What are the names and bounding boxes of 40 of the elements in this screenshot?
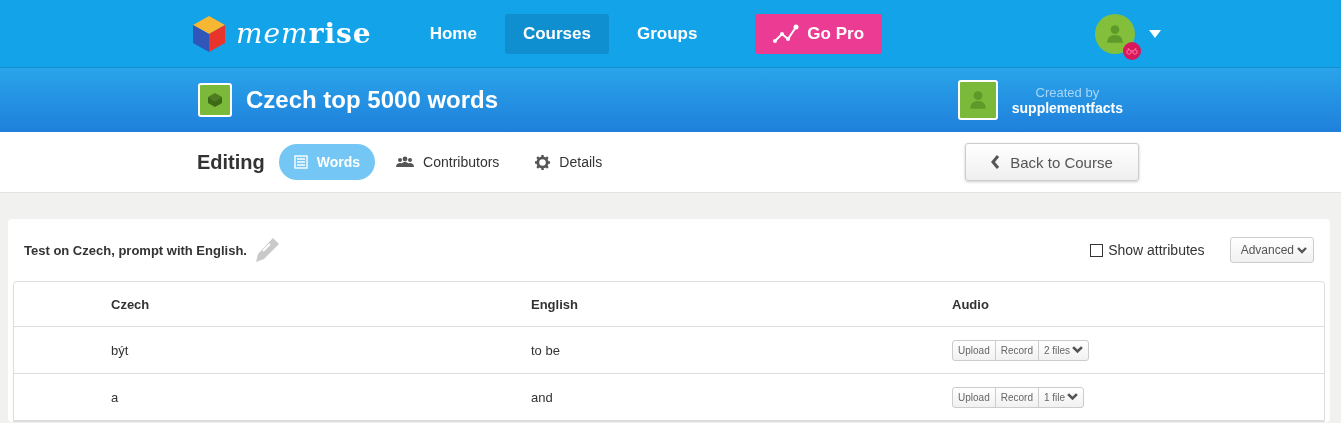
back-to-course-button[interactable]: Back to Course: [965, 143, 1139, 181]
cube-logo-icon: [192, 14, 226, 53]
logo-text: memrise: [236, 17, 372, 50]
nav-link[interactable]: Courses: [504, 13, 609, 54]
advanced-dropdown[interactable]: Advanced: [1229, 237, 1314, 263]
chevron-down-icon: [1067, 393, 1079, 401]
creator-name[interactable]: supplementfacts: [1011, 99, 1123, 116]
column-header: Czech: [111, 296, 151, 312]
line-chart-icon: [773, 23, 800, 44]
column-header: Audio: [952, 296, 990, 312]
glasses-badge-icon: [1123, 41, 1141, 60]
editing-heading: Editing: [197, 150, 265, 174]
course-title: Czech top 5000 words: [246, 86, 500, 114]
record-button[interactable]: Record: [994, 386, 1039, 408]
course-icon: [198, 83, 232, 117]
show-attributes-checkbox[interactable]: Show attributes: [1090, 242, 1205, 258]
user-avatar[interactable]: [1095, 13, 1135, 54]
chevron-down-icon: [1297, 246, 1307, 254]
upload-button[interactable]: Upload: [952, 339, 996, 361]
created-by-label: Created by: [1035, 84, 1100, 100]
caret-icon[interactable]: [1149, 29, 1161, 38]
chevron-left-icon: [991, 155, 1001, 169]
files-dropdown[interactable]: 2 files: [1037, 339, 1090, 361]
table-cell-text: and: [531, 389, 554, 405]
upload-button[interactable]: Upload: [952, 386, 996, 408]
files-dropdown[interactable]: 1 file: [1037, 386, 1085, 408]
record-button[interactable]: Record: [994, 339, 1039, 361]
people-icon: [396, 156, 415, 168]
test-description: Test on Czech, prompt with English.: [24, 242, 247, 258]
editing-tab[interactable]: Contributors: [381, 144, 515, 180]
column-header: English: [531, 296, 579, 312]
gear-icon: [535, 154, 551, 170]
person-icon: [1104, 22, 1126, 45]
editing-tab[interactable]: Details: [520, 144, 618, 180]
list-icon: [293, 155, 308, 169]
table-cell-text: to be: [531, 342, 561, 358]
table-cell-text: být: [111, 342, 130, 358]
go-pro-button[interactable]: Go Pro: [755, 13, 883, 54]
table-cell-text: a: [111, 389, 120, 405]
chevron-down-icon: [1072, 346, 1084, 354]
